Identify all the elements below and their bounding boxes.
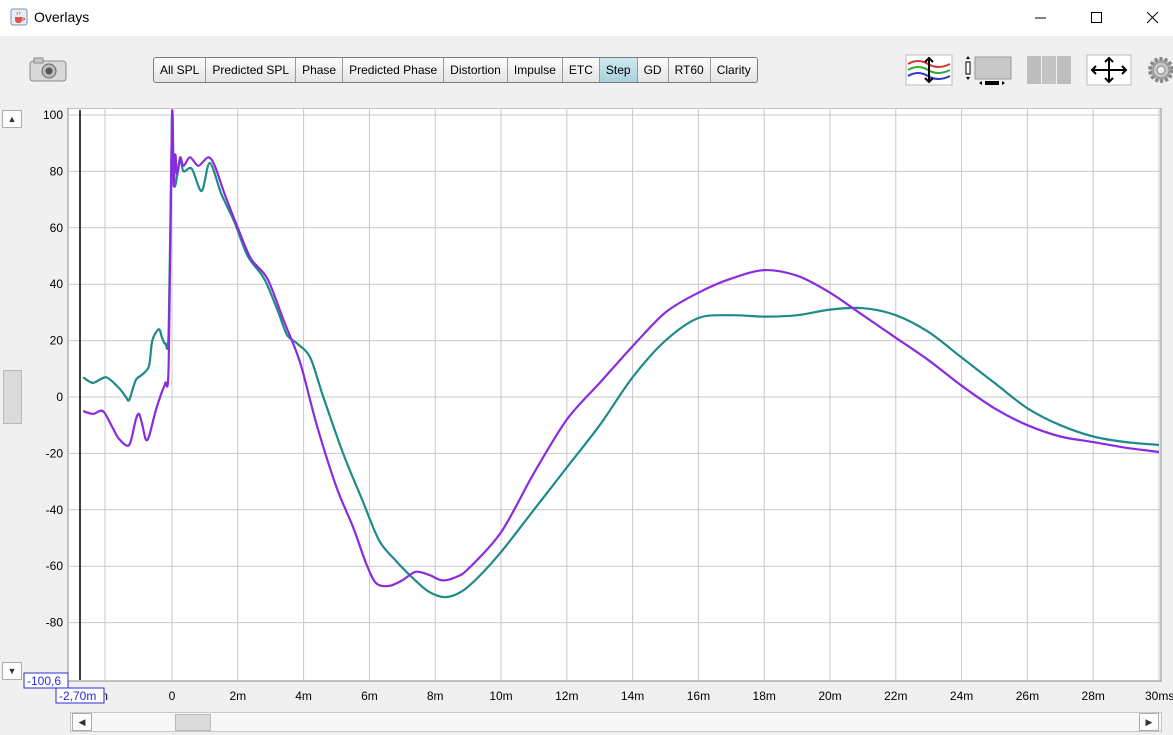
y-tick-label: 0 [56, 390, 63, 404]
x-min-readout: -2,70m [59, 689, 96, 703]
fit-arrows-icon[interactable] [1086, 54, 1132, 86]
y-axis-labels: 100 80 60 40 20 0 -20 -40 -60 -80 [43, 108, 63, 630]
horizontal-scrollbar[interactable]: ◀ ▶ [70, 712, 1162, 732]
maximize-button[interactable] [1074, 0, 1120, 36]
x-tick-label: 0 [169, 689, 176, 703]
tab-clarity[interactable]: Clarity [711, 58, 757, 82]
x-tick-label: 30ms [1145, 689, 1173, 703]
camera-icon[interactable] [28, 56, 68, 84]
close-button[interactable] [1130, 0, 1173, 36]
y-min-readout: -100,6 [27, 674, 61, 688]
x-tick-label: 8m [427, 689, 444, 703]
title-bar: Overlays [0, 0, 1173, 36]
x-tick-label: 14m [621, 689, 644, 703]
plot-area [68, 108, 1161, 681]
x-tick-label: 16m [687, 689, 710, 703]
x-tick-label: 20m [818, 689, 841, 703]
y-tick-label: 40 [50, 277, 64, 291]
maximize-icon [1091, 12, 1102, 23]
tab-all-spl[interactable]: All SPL [154, 58, 207, 82]
y-tick-label: -60 [46, 559, 64, 573]
x-tick-label: 2m [229, 689, 246, 703]
x-tick-label: 22m [884, 689, 907, 703]
y-tick-label: 80 [50, 164, 64, 178]
y-tick-label: -20 [46, 446, 64, 460]
graph-panels-icon[interactable] [1026, 54, 1072, 86]
minimize-icon [1035, 17, 1046, 19]
horizontal-scroll-thumb[interactable] [175, 714, 211, 731]
graph-tabs: All SPL Predicted SPL Phase Predicted Phase… [153, 57, 758, 83]
arrow-right-icon: ▶ [1145, 716, 1153, 727]
tab-distortion[interactable]: Distortion [444, 58, 508, 82]
step-response-graph[interactable]: % 100806040200-20-40-60-80 02m4m6m8m10m1… [0, 108, 1173, 711]
x-tick-label: 18m [753, 689, 776, 703]
x-tick-label: 26m [1016, 689, 1039, 703]
minimize-button[interactable] [1018, 0, 1064, 36]
tab-predicted-phase[interactable]: Predicted Phase [343, 58, 445, 82]
window-title: Overlays [34, 9, 90, 25]
close-icon [1147, 12, 1159, 24]
java-cup-icon [10, 8, 28, 26]
tab-predicted-spl[interactable]: Predicted SPL [206, 58, 297, 82]
scroll-left-button[interactable]: ◀ [72, 713, 92, 731]
trace-arrange-icon[interactable] [905, 54, 953, 86]
tab-phase[interactable]: Phase [296, 58, 344, 82]
x-tick-label: 10m [489, 689, 512, 703]
x-tick-label: 4m [295, 689, 312, 703]
x-tick-label: 24m [950, 689, 973, 703]
x-tick-label: 6m [361, 689, 378, 703]
tab-step[interactable]: Step [599, 58, 638, 82]
tab-rt60[interactable]: RT60 [669, 58, 711, 82]
tab-gd[interactable]: GD [638, 58, 669, 82]
tab-etc[interactable]: ETC [563, 58, 600, 82]
y-tick-label: 60 [50, 221, 64, 235]
x-axis-labels: 0 2m 4m 6m 8m 10m 12m 14m 16m 18m 20m 22m 24m 26m 28m 3… [169, 689, 1173, 703]
arrow-left-icon: ◀ [78, 716, 86, 727]
y-tick-label: -80 [46, 616, 64, 630]
gear-icon[interactable] [1146, 54, 1173, 86]
tab-impulse[interactable]: Impulse [508, 58, 563, 82]
x-tick-label: 28m [1082, 689, 1105, 703]
y-tick-label: 100 [43, 108, 63, 122]
scroll-right-button[interactable]: ▶ [1139, 713, 1159, 731]
y-tick-label: -40 [46, 503, 64, 517]
x-tick-label: 12m [555, 689, 578, 703]
y-tick-label: 20 [50, 334, 64, 348]
graph-resize-icon[interactable] [965, 54, 1013, 86]
